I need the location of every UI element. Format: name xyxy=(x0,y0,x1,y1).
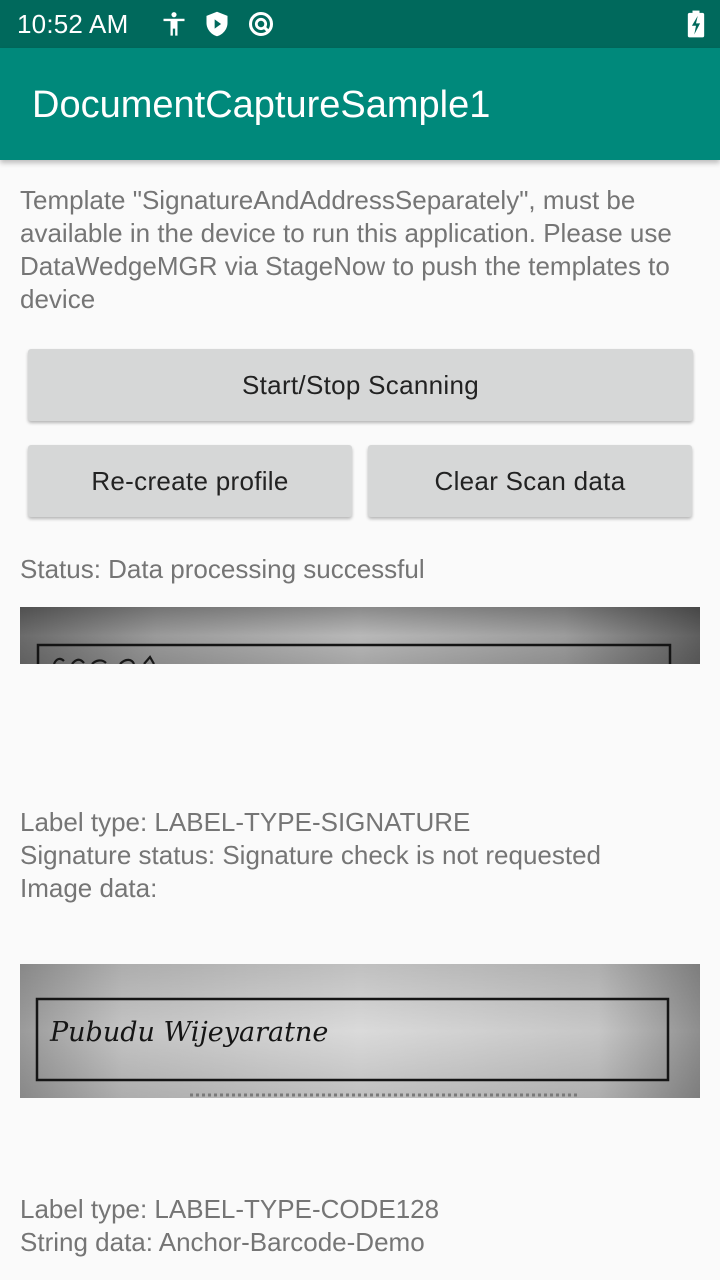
string-data-text: String data: Anchor-Barcode-Demo xyxy=(20,1227,425,1257)
template-info-text: Template "SignatureAndAddressSeparately"… xyxy=(20,185,672,314)
signature-status-text: Signature status: Signature check is not… xyxy=(20,840,602,870)
recreate-profile-button[interactable]: Re-create profile xyxy=(28,445,352,517)
shield-icon xyxy=(203,10,231,38)
label-type-text: Label type: LABEL-TYPE-SIGNATURE xyxy=(20,807,471,837)
result-barcode-block: Label type: LABEL-TYPE-CODE128 String da… xyxy=(20,1193,439,1259)
start-stop-scanning-button[interactable]: Start/Stop Scanning xyxy=(28,349,693,421)
result-signature-block: Label type: LABEL-TYPE-SIGNATURE Signatu… xyxy=(20,806,601,905)
app-title: DocumentCaptureSample1 xyxy=(32,84,491,126)
signature-scan-image xyxy=(20,607,700,664)
handwritten-signature: Pubudu Wijeyaratne xyxy=(49,1017,328,1048)
status-bar: 10:52 AM xyxy=(0,0,720,48)
status-text: Status: Data processing successful xyxy=(20,554,425,584)
label-type-text: Label type: LABEL-TYPE-CODE128 xyxy=(20,1194,440,1224)
battery-charging-icon xyxy=(684,10,712,38)
status-time: 10:52 AM xyxy=(17,9,129,39)
image-data-text: Image data: xyxy=(20,873,158,903)
app-bar: DocumentCaptureSample1 xyxy=(0,48,720,160)
accessibility-icon xyxy=(160,10,188,38)
data-saver-icon xyxy=(247,10,275,38)
signature-scan-image: Pubudu Wijeyaratne xyxy=(20,964,700,1098)
clear-scan-data-button[interactable]: Clear Scan data xyxy=(368,445,692,517)
